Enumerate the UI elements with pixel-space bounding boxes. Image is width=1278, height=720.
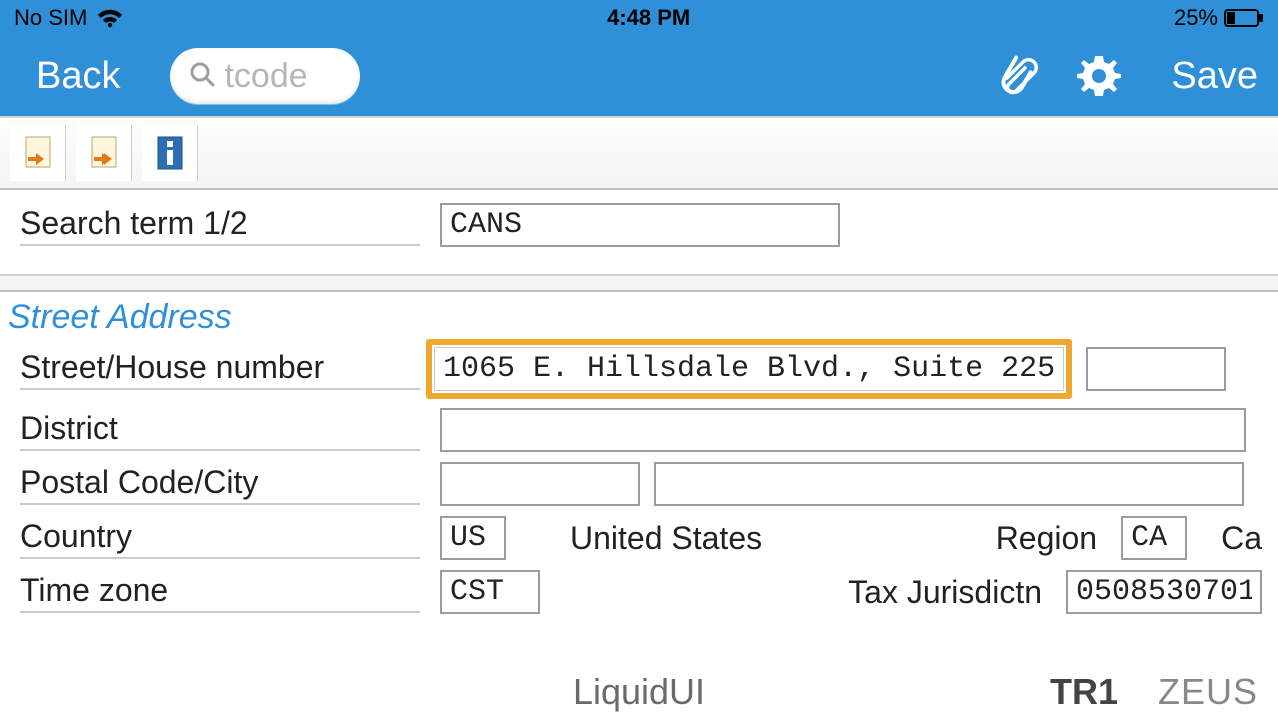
toolbar-button-info[interactable] [142, 125, 198, 181]
postal-label: Postal Code/City [20, 464, 420, 505]
footer-server: ZEUS [1158, 671, 1258, 713]
row-timezone: Time zone Tax Jurisdictn [0, 565, 1278, 619]
section-title-street-address: Street Address [0, 292, 1278, 339]
battery-icon [1224, 9, 1264, 27]
toolbar-button-next[interactable] [76, 125, 132, 181]
street-input[interactable] [434, 347, 1064, 391]
toolbar-button-prev[interactable] [10, 125, 66, 181]
region-code-input[interactable] [1121, 516, 1187, 560]
footer-system: TR1 [1050, 671, 1118, 713]
carrier-label: No SIM [14, 5, 87, 31]
ios-status-bar: No SIM 4:48 PM 25% [0, 0, 1278, 36]
save-button[interactable]: Save [1171, 55, 1258, 98]
wifi-icon [97, 8, 123, 28]
country-name: United States [570, 520, 762, 557]
search-term-input[interactable] [440, 203, 840, 247]
battery-pct: 25% [1174, 5, 1218, 31]
district-input[interactable] [440, 408, 1246, 452]
tcode-input[interactable] [224, 57, 342, 96]
street-label: Street/House number [20, 349, 420, 390]
footer-bar: LiquidUI TR1 ZEUS [0, 664, 1278, 720]
timezone-label: Time zone [20, 572, 420, 613]
paperclip-icon[interactable] [995, 54, 1039, 98]
section-separator [0, 274, 1278, 292]
city-input[interactable] [654, 462, 1244, 506]
footer-app-name: LiquidUI [573, 671, 705, 713]
status-right: 25% [1174, 5, 1264, 31]
row-country: Country United States Region Ca [0, 511, 1278, 565]
tcode-search[interactable] [170, 48, 360, 104]
taxjur-label: Tax Jurisdictn [848, 574, 1042, 611]
form-area: Search term 1/2 Street Address Street/Ho… [0, 190, 1278, 619]
navigation-header: Back Save [0, 36, 1278, 116]
street-highlight [426, 339, 1072, 399]
country-label: Country [20, 518, 420, 559]
region-label: Region [996, 520, 1097, 557]
district-label: District [20, 410, 420, 451]
row-street: Street/House number [0, 339, 1278, 403]
region-name-partial: Ca [1221, 520, 1262, 557]
row-postal: Postal Code/City [0, 457, 1278, 511]
back-button[interactable]: Back [36, 55, 120, 98]
postal-code-input[interactable] [440, 462, 640, 506]
gear-icon[interactable] [1075, 52, 1123, 100]
timezone-input[interactable] [440, 570, 540, 614]
status-left: No SIM [14, 5, 123, 31]
country-code-input[interactable] [440, 516, 506, 560]
search-icon [188, 60, 216, 93]
search-term-label: Search term 1/2 [20, 205, 420, 246]
row-search-term: Search term 1/2 [0, 198, 1278, 252]
row-district: District [0, 403, 1278, 457]
house-number-input[interactable] [1086, 347, 1226, 391]
sap-toolbar [0, 116, 1278, 190]
taxjur-input[interactable] [1066, 570, 1262, 614]
status-time: 4:48 PM [607, 5, 690, 31]
